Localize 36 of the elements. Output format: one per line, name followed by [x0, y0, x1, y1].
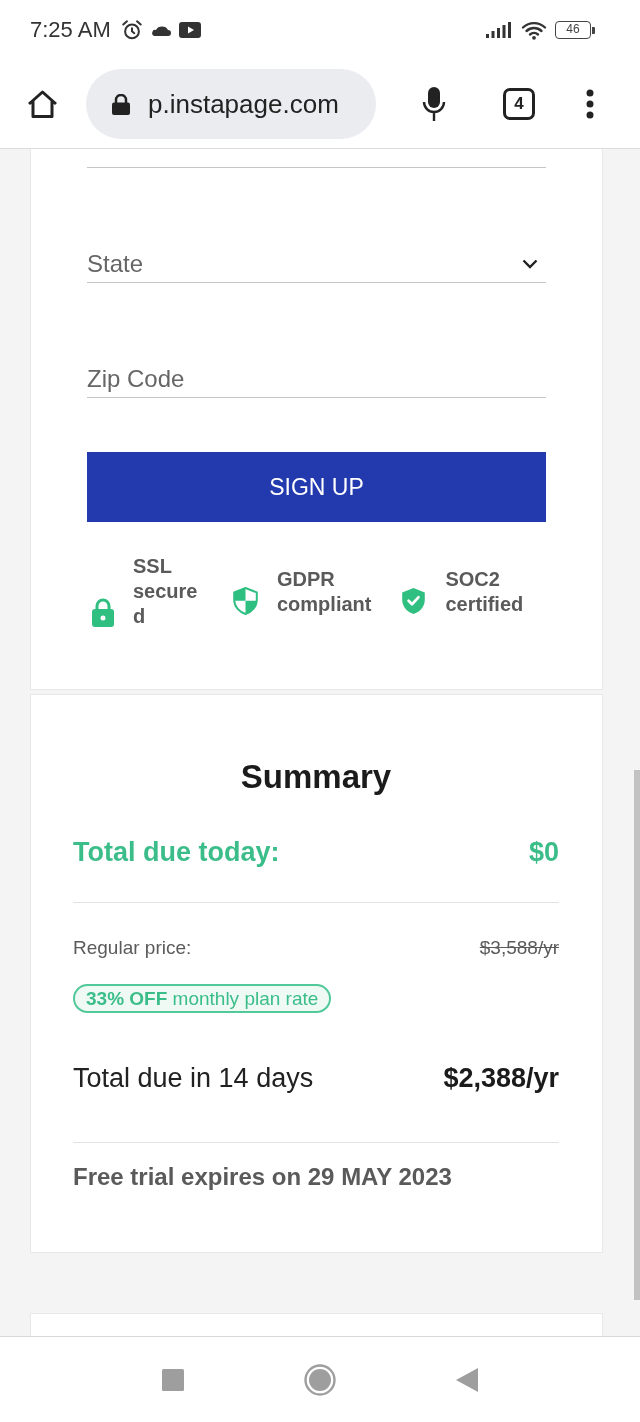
tab-count-button[interactable]: 4 [503, 88, 535, 120]
triangle-icon[interactable] [456, 1367, 478, 1392]
shield-check-icon [401, 586, 427, 615]
badge-label: GDPR compliant [277, 566, 372, 617]
url-bar[interactable]: p.instapage.com [86, 69, 376, 139]
badge-label: SSL secured [133, 554, 199, 629]
sign-up-button[interactable]: SIGN UP [87, 452, 546, 522]
due-today-label: Total due today: [73, 836, 280, 869]
signal-bars-icon [486, 22, 513, 38]
badge-label: SOC2 certified [445, 566, 524, 617]
lock-icon [92, 598, 114, 627]
discount-tag: 33% OFF monthly plan rate [73, 984, 332, 1013]
status-time: 7:25 AM [30, 17, 111, 43]
battery-indicator: 46 [555, 21, 595, 39]
trial-note: Free trial expires on 29 MAY 2023 [73, 1162, 453, 1192]
input-field[interactable]: Zip Code [87, 354, 546, 398]
shield-icon [233, 586, 258, 615]
due-later-amount: $2,388/yr [443, 1062, 559, 1095]
play-icon [178, 22, 201, 38]
cloud-icon [150, 24, 171, 36]
circle-icon[interactable] [304, 1363, 336, 1396]
wifi-icon [521, 20, 547, 40]
select-field[interactable]: State [87, 239, 546, 283]
microphone-icon[interactable] [422, 87, 446, 121]
lock-icon [112, 93, 130, 115]
alarm-clock-icon [120, 19, 143, 41]
chevron-down-icon [522, 258, 538, 269]
due-today-amount: $0 [528, 836, 559, 869]
house-icon[interactable] [27, 89, 58, 119]
summary-title: Summary [239, 757, 393, 797]
url-text: p.instapage.com [148, 88, 339, 120]
due-later-label: Total due in 14 days [73, 1062, 314, 1095]
menu-dots-icon[interactable] [586, 89, 594, 119]
regular-price-amount: $3,588/yr [479, 936, 559, 960]
square-icon[interactable] [162, 1368, 184, 1391]
regular-price-label: Regular price: [73, 936, 192, 960]
